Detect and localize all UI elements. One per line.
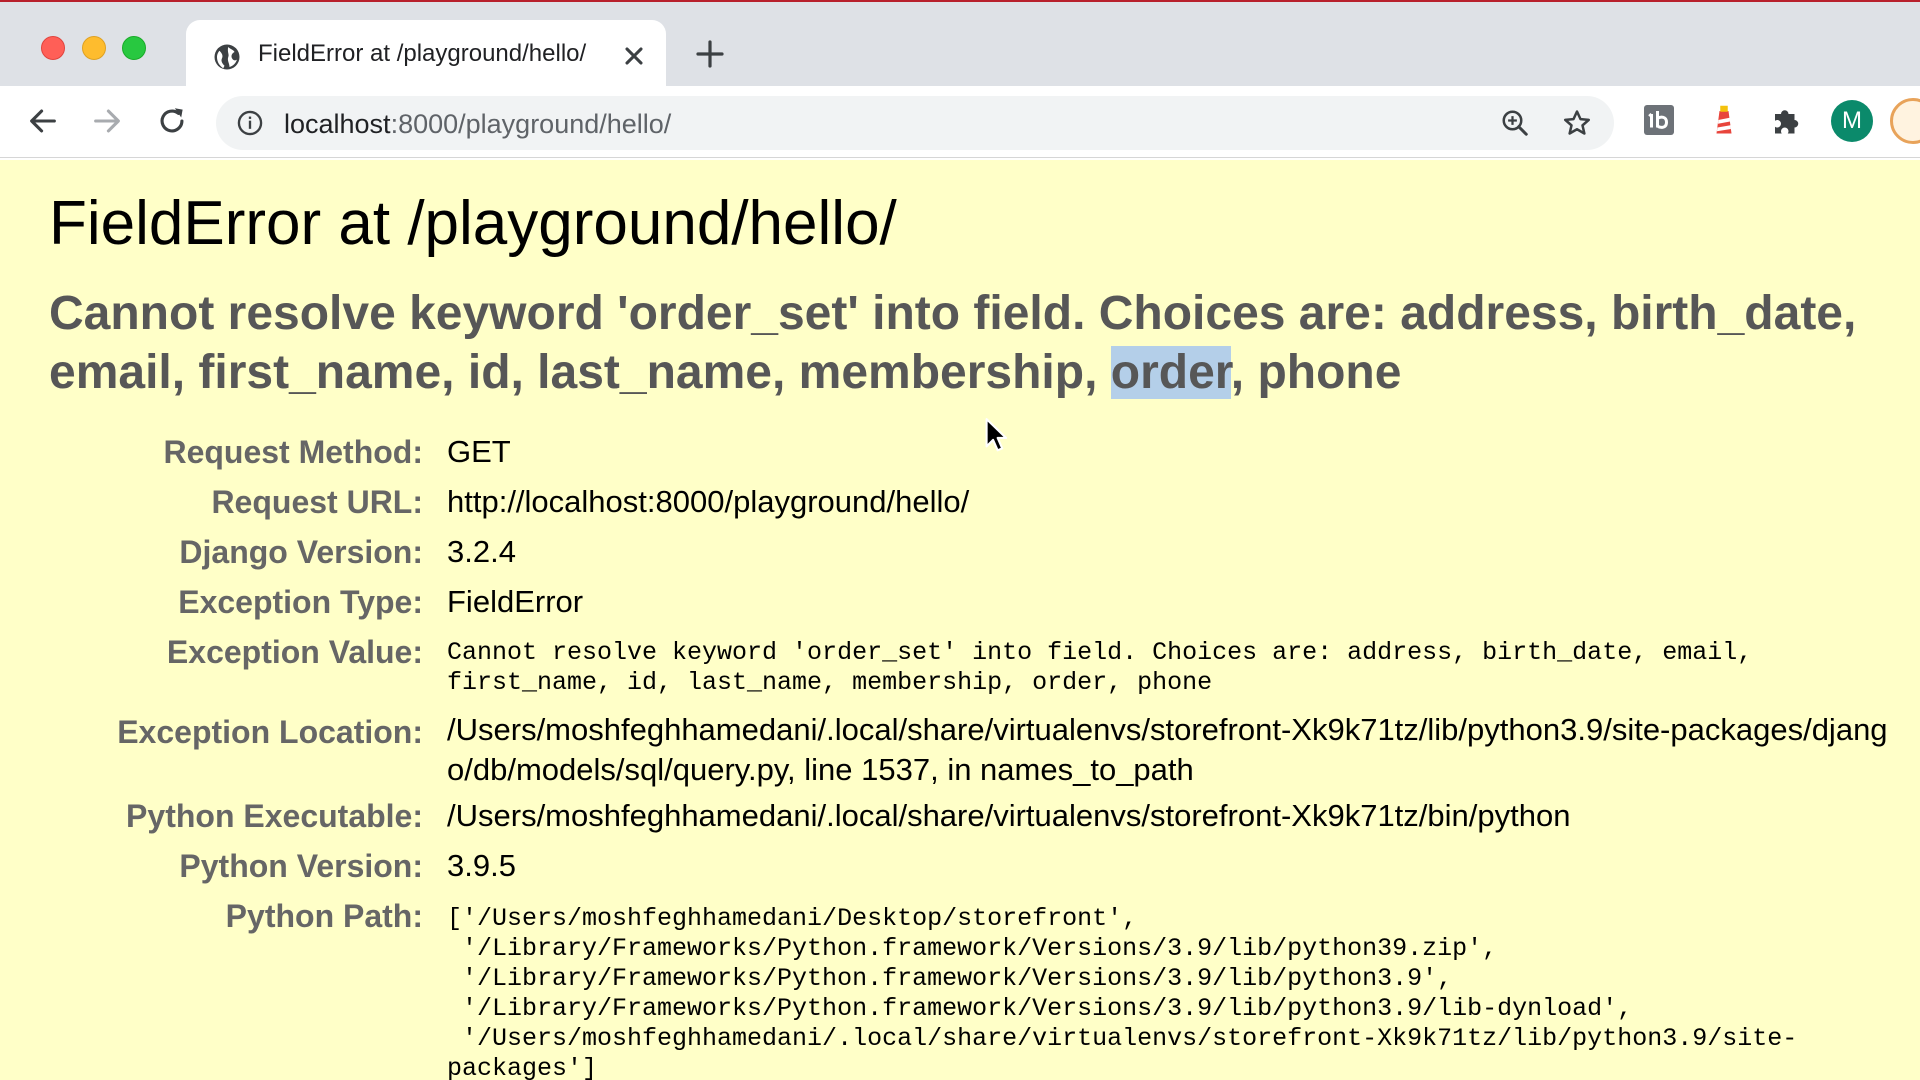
meta-label: Python Version: (179, 848, 423, 884)
meta-label: Django Version: (179, 534, 423, 570)
request-meta-table: Request Method: GET Request URL: http://… (0, 426, 1920, 1080)
meta-row-python-path: Python Path: ['/Users/moshfeghhamedani/D… (0, 890, 1920, 1080)
meta-row-python-version: Python Version: 3.9.5 (0, 840, 1920, 890)
new-tab-icon[interactable] (694, 38, 726, 70)
meta-label: Request Method: (163, 434, 423, 470)
meta-label: Exception Location: (117, 714, 423, 750)
meta-value: GET (447, 434, 511, 469)
extension-1b-icon[interactable] (1641, 102, 1677, 138)
django-error-page: FieldError at /playground/hello/ Cannot … (0, 160, 1920, 1080)
meta-label: Python Executable: (126, 798, 423, 834)
bookmark-star-icon[interactable] (1562, 108, 1592, 138)
meta-label: Exception Type: (178, 584, 423, 620)
exception-message-end: , phone (1230, 346, 1402, 399)
url-host: localhost (284, 109, 391, 139)
meta-value: 3.2.4 (447, 534, 516, 569)
page-title: FieldError at /playground/hello/ (49, 189, 897, 258)
url-path: :8000/playground/hello/ (390, 109, 672, 139)
meta-row-exception-type: Exception Type: FieldError (0, 576, 1920, 626)
forward-icon[interactable] (90, 104, 124, 138)
close-window-button[interactable] (41, 36, 65, 60)
zoom-icon[interactable] (1500, 108, 1530, 138)
meta-row-exception-location: Exception Location: /Users/moshfeghhamed… (0, 706, 1920, 790)
meta-label: Exception Value: (166, 634, 423, 670)
meta-value: http://localhost:8000/playground/hello/ (447, 484, 970, 519)
exception-value-text: Cannot resolve keyword 'order_set' into … (447, 638, 1753, 697)
browser-chrome: FieldError at /playground/hello/ localho… (0, 0, 1920, 160)
exception-message: Cannot resolve keyword 'order_set' into … (49, 284, 1920, 402)
mouse-pointer-icon (985, 418, 1008, 452)
extensions-puzzle-icon[interactable] (1769, 102, 1805, 138)
meta-label: Request URL: (211, 484, 423, 520)
meta-row-request-method: Request Method: GET (0, 426, 1920, 476)
meta-row-exception-value: Exception Value: Cannot resolve keyword … (0, 626, 1920, 706)
second-profile-avatar[interactable] (1890, 98, 1920, 144)
tab-title: FieldError at /playground/hello/ (258, 40, 587, 67)
meta-value: /Users/moshfeghhamedani/.local/share/vir… (447, 712, 1888, 787)
meta-value: 3.9.5 (447, 848, 516, 883)
exception-message-text: Cannot resolve keyword 'order_set' into … (49, 287, 1857, 399)
info-icon[interactable] (236, 109, 264, 137)
zoom-window-button[interactable] (122, 36, 146, 60)
browser-toolbar: localhost:8000/playground/hello/ M (0, 86, 1920, 158)
python-path-text: ['/Users/moshfeghhamedani/Desktop/storef… (447, 904, 1798, 1080)
meta-value: FieldError (447, 584, 584, 619)
globe-icon (214, 44, 240, 70)
tab-active[interactable]: FieldError at /playground/hello/ (186, 20, 666, 88)
back-icon[interactable] (26, 104, 60, 138)
address-bar[interactable]: localhost:8000/playground/hello/ (216, 96, 1614, 150)
meta-value: /Users/moshfeghhamedani/.local/share/vir… (447, 798, 1571, 833)
tab-strip: FieldError at /playground/hello/ (0, 0, 1920, 88)
meta-row-django-version: Django Version: 3.2.4 (0, 526, 1920, 576)
reload-icon[interactable] (155, 104, 189, 138)
meta-label: Python Path: (225, 898, 423, 934)
lighthouse-extension-icon[interactable] (1706, 102, 1742, 138)
minimize-window-button[interactable] (82, 36, 106, 60)
meta-row-request-url: Request URL: http://localhost:8000/playg… (0, 476, 1920, 526)
meta-row-python-executable: Python Executable: /Users/moshfeghhameda… (0, 790, 1920, 840)
close-tab-icon[interactable] (620, 42, 648, 70)
url-text[interactable]: localhost:8000/playground/hello/ (284, 109, 671, 140)
profile-avatar[interactable]: M (1831, 100, 1873, 142)
highlighted-text-selection: order (1110, 346, 1231, 399)
